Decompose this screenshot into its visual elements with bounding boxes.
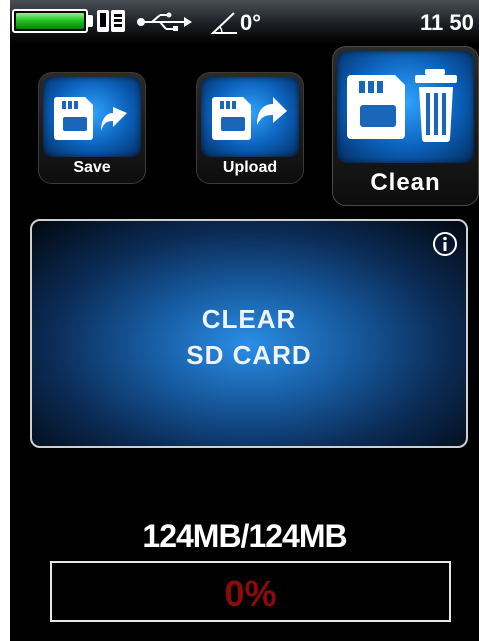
battery-icon	[12, 9, 88, 33]
upload-tile	[201, 77, 299, 157]
device-screen: 0° 11 50 Save Upload Clean CLEAR SD CARD…	[10, 0, 479, 641]
angle-icon	[210, 12, 237, 34]
clean-label: Clean	[370, 169, 441, 196]
panel-line-1: CLEAR	[201, 304, 297, 334]
clean-button[interactable]: Clean	[332, 46, 479, 206]
sd-upload-icon	[212, 97, 287, 140]
sd-trash-icon	[347, 69, 457, 142]
clock: 11 50	[420, 10, 474, 35]
usb-icon	[137, 12, 192, 31]
progress-percent: 0%	[224, 573, 277, 614]
sd-save-icon	[54, 97, 127, 140]
progress-bar: 0%	[50, 561, 451, 622]
device-icon	[97, 10, 125, 32]
save-label: Save	[73, 159, 111, 176]
upload-label: Upload	[222, 159, 278, 176]
storage-capacity: 124MB/124MB	[142, 518, 347, 554]
tilt-angle-readout: 0°	[240, 10, 262, 35]
battery-tip	[88, 15, 93, 27]
save-button[interactable]: Save	[38, 72, 146, 184]
status-bar: 0° 11 50	[10, 0, 479, 44]
clean-tile	[337, 51, 474, 163]
upload-button[interactable]: Upload	[196, 72, 304, 184]
clear-sd-card-text: CLEAR SD CARD	[32, 301, 466, 373]
panel-line-2: SD CARD	[186, 340, 312, 370]
battery-level-fill	[16, 13, 84, 29]
save-tile	[43, 77, 141, 157]
clear-sd-card-button[interactable]: CLEAR SD CARD	[30, 219, 468, 448]
info-icon[interactable]	[432, 231, 458, 257]
